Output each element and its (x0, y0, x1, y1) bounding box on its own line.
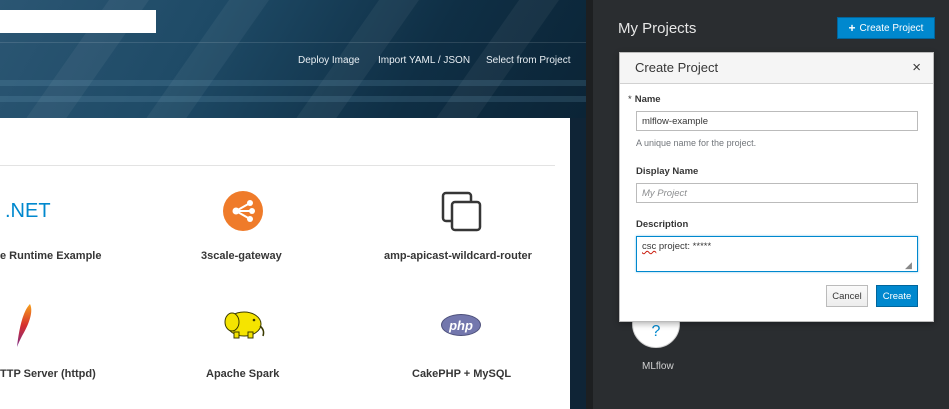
display-name-field[interactable] (636, 183, 918, 203)
name-help-text: A unique name for the project. (636, 138, 757, 148)
catalog-divider (0, 165, 555, 166)
catalog-header: Deploy Image Import YAML / JSON Select f… (0, 0, 586, 118)
catalog-area: .NET e Runtime Example 3scale-gateway am… (0, 118, 586, 409)
catalog-item-3scale-gateway[interactable]: 3scale-gateway (190, 178, 300, 268)
cancel-button[interactable]: Cancel (826, 285, 868, 307)
import-yaml-json-link[interactable]: Import YAML / JSON (378, 55, 470, 66)
my-projects-title: My Projects (618, 20, 697, 37)
spark-elephant-icon (222, 306, 266, 340)
catalog-item-dotnet[interactable]: .NET e Runtime Example (0, 178, 110, 268)
deploy-image-link[interactable]: Deploy Image (298, 55, 360, 66)
required-marker: * (628, 94, 632, 105)
catalog-item-label: TTP Server (httpd) (0, 368, 96, 380)
catalog-item-label: 3scale-gateway (201, 250, 282, 262)
php-icon-text: php (449, 317, 473, 333)
create-project-label: Create Project (859, 22, 924, 34)
display-name-label: Display Name (636, 166, 699, 177)
header-divider (0, 42, 586, 43)
close-icon[interactable]: × (912, 59, 921, 76)
share-icon (223, 191, 263, 231)
feather-icon (12, 302, 36, 348)
select-from-project-link[interactable]: Select from Project (486, 55, 570, 66)
dialog-title: Create Project (635, 60, 719, 75)
catalog-item-label: e Runtime Example (0, 250, 102, 262)
description-field[interactable] (636, 236, 918, 272)
catalog-item-label: CakePHP + MySQL (412, 368, 512, 380)
catalog-item-apache-spark[interactable]: Apache Spark (190, 298, 300, 388)
create-project-button[interactable]: + Create Project (837, 17, 935, 39)
description-label: Description (636, 219, 689, 230)
catalog-item-label: Apache Spark (206, 368, 280, 380)
search-input[interactable] (0, 10, 156, 33)
copy-icon (441, 191, 483, 233)
dotnet-icon: .NET (5, 200, 51, 222)
catalog-item-httpd[interactable]: TTP Server (httpd) (0, 298, 110, 388)
resize-grip-icon[interactable]: ◢ (905, 260, 912, 271)
name-field[interactable] (636, 111, 918, 131)
question-icon: ? (651, 323, 661, 340)
project-mlflow-label[interactable]: MLflow (642, 361, 674, 372)
catalog-card: .NET e Runtime Example 3scale-gateway am… (0, 118, 570, 409)
plus-icon: + (848, 21, 856, 35)
create-button[interactable]: Create (876, 285, 918, 307)
name-label: * Name (628, 94, 661, 105)
dialog-header: Create Project × (620, 53, 933, 84)
catalog-item-cakephp-mysql[interactable]: php CakePHP + MySQL (380, 298, 550, 388)
catalog-item-label: amp-apicast-wildcard-router (384, 250, 532, 262)
create-project-dialog: Create Project × *Name A unique name for… (619, 52, 934, 322)
php-icon: php (441, 314, 481, 336)
catalog-item-amp-apicast-wildcard-router[interactable]: amp-apicast-wildcard-router (380, 178, 550, 268)
